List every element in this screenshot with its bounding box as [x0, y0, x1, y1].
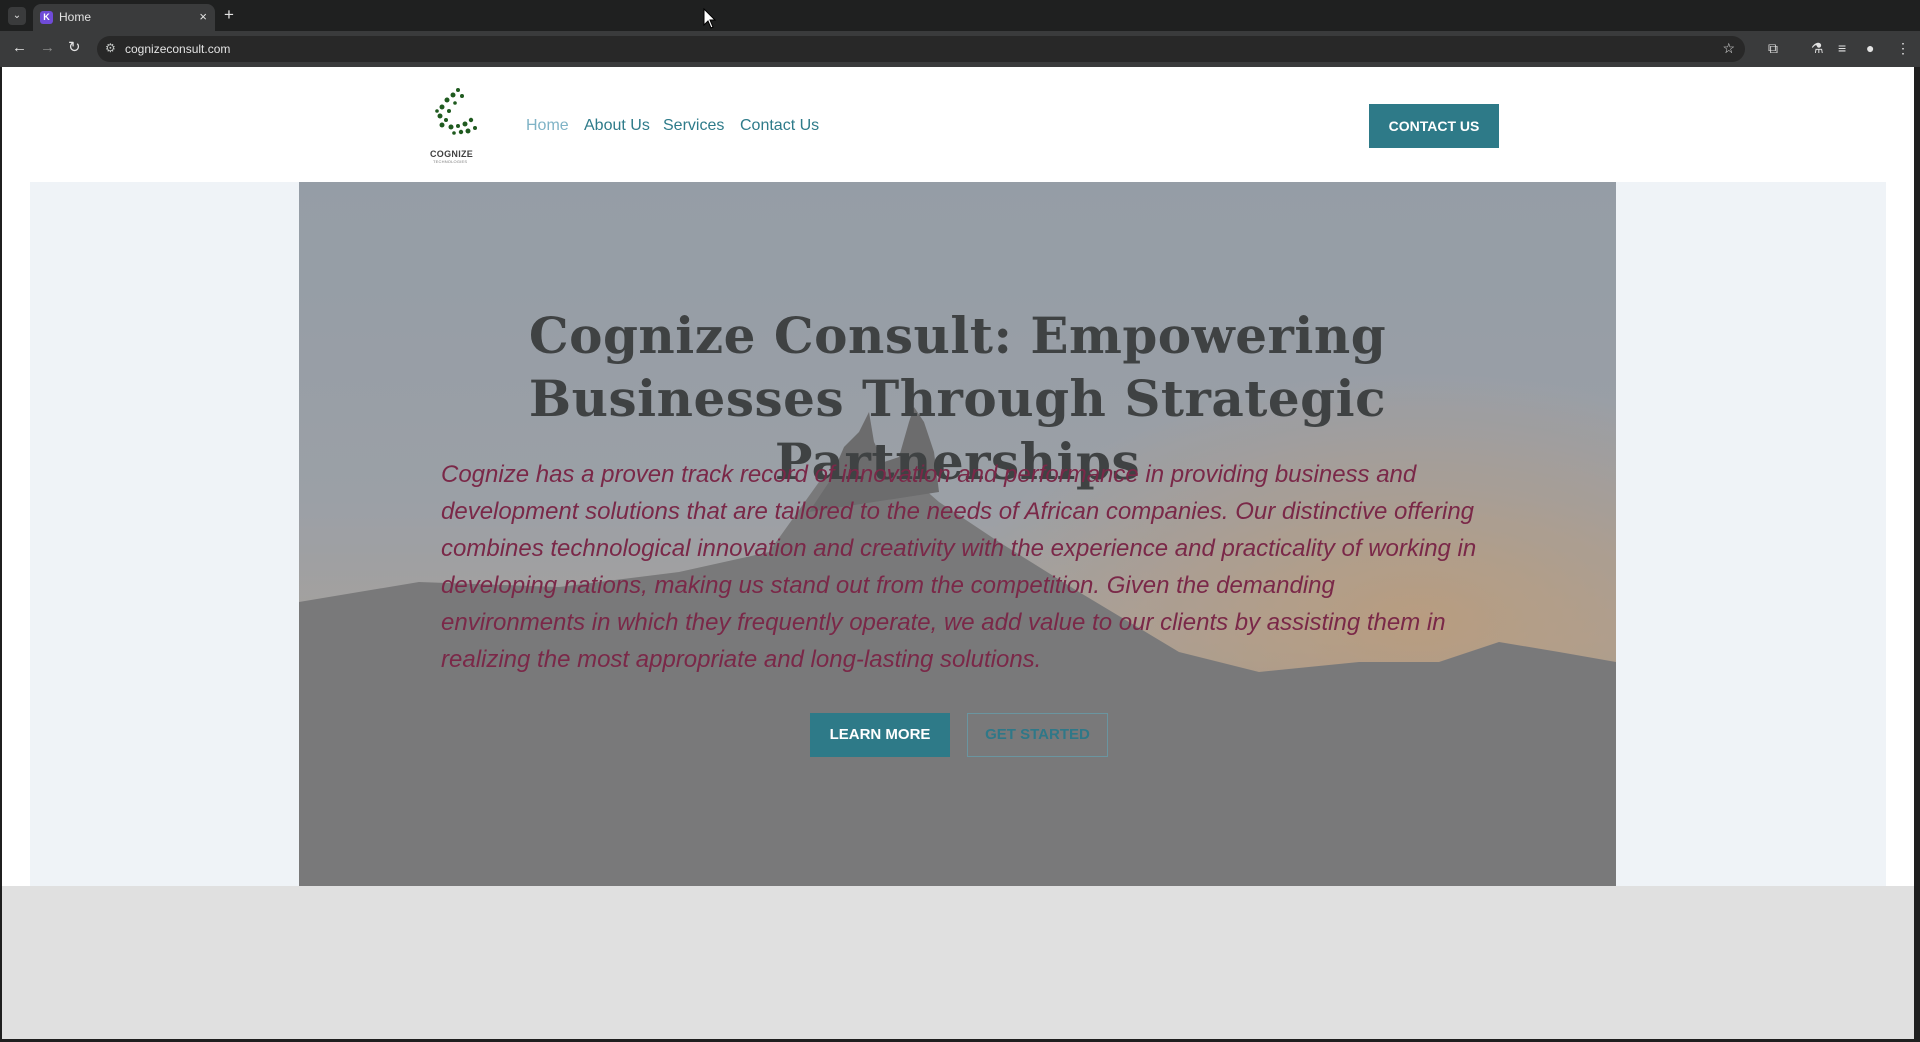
hero-description: Cognize has a proven track record of inn…: [441, 461, 1477, 673]
address-bar[interactable]: ⚙ cognizeconsult.com ☆: [97, 36, 1745, 62]
page-viewport: COGNIZE TECHNOLOGIES Home About Us Servi…: [2, 67, 1914, 1039]
menu-icon[interactable]: ⋮: [1896, 40, 1910, 56]
contact-us-button[interactable]: CONTACT US: [1369, 104, 1499, 148]
profile-icon[interactable]: ●: [1866, 40, 1874, 56]
nav-services[interactable]: Services: [663, 117, 724, 135]
close-icon[interactable]: ×: [199, 9, 207, 24]
tab-list-icon[interactable]: ⌄: [8, 7, 26, 25]
nav-contact-us[interactable]: Contact Us: [740, 117, 819, 135]
site-info-icon[interactable]: ⚙: [105, 41, 116, 55]
mouse-cursor-icon: [703, 8, 717, 29]
back-icon[interactable]: ←: [12, 39, 27, 57]
forward-icon[interactable]: →: [40, 39, 55, 57]
get-started-button[interactable]: GET STARTED: [967, 713, 1108, 757]
hero-section: Cognize Consult: Empowering Businesses T…: [299, 182, 1616, 886]
browser-toolbar: ← → ↻ ⚙ cognizeconsult.com ☆ ⧉ ⚗ ≡ ● ⋮: [0, 31, 1920, 67]
bookmark-star-icon[interactable]: ☆: [1722, 40, 1735, 57]
logo-text: COGNIZE: [430, 149, 474, 159]
tab-title: Home: [59, 10, 92, 24]
extensions-icon[interactable]: ⧉: [1768, 40, 1778, 56]
nav-home[interactable]: Home: [526, 117, 569, 135]
media-icon[interactable]: ≡: [1838, 40, 1846, 56]
browser-tab-bar: ⌄ K Home × +: [0, 0, 1920, 31]
logo-subtext: TECHNOLOGIES: [433, 159, 468, 164]
nav-about-us[interactable]: About Us: [584, 117, 650, 135]
browser-tab[interactable]: K Home ×: [33, 4, 215, 31]
reload-icon[interactable]: ↻: [68, 39, 81, 57]
page-bottom-area: [2, 886, 1914, 1039]
url-text[interactable]: cognizeconsult.com: [125, 42, 230, 56]
labs-icon[interactable]: ⚗: [1811, 40, 1824, 56]
learn-more-button[interactable]: LEARN MORE: [810, 713, 950, 757]
favicon-icon: K: [40, 11, 53, 24]
site-header: COGNIZE TECHNOLOGIES Home About Us Servi…: [2, 67, 1914, 182]
new-tab-icon[interactable]: +: [224, 5, 234, 25]
